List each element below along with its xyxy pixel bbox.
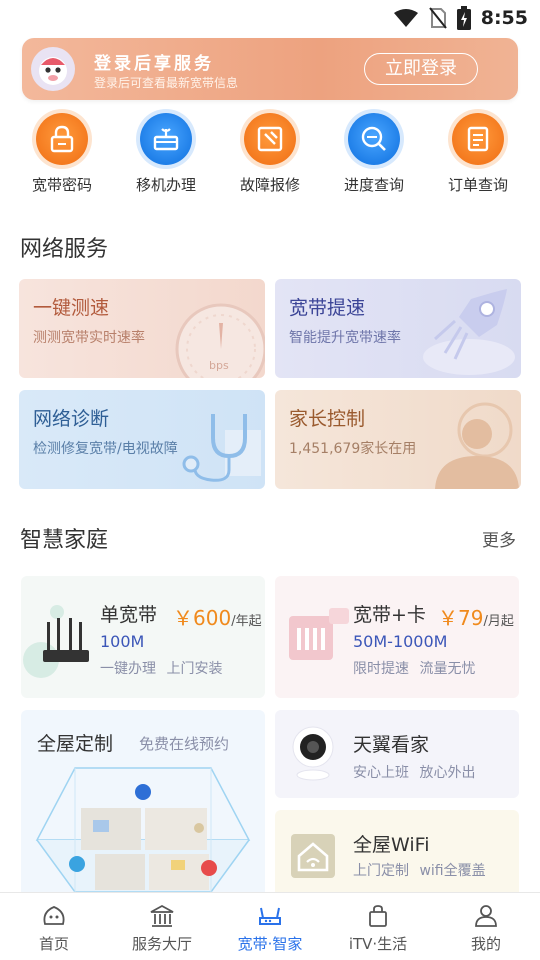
card-title: 全屋定制 [37, 733, 114, 755]
nav-label: 宽带·智家 [237, 935, 303, 953]
speed-test-card[interactable]: bps 一键测速 测测宽带实时速率 [19, 279, 265, 378]
card-title: 天翼看家 [353, 734, 430, 756]
speed-boost-card[interactable]: 宽带提速 智能提升宽带速率 [275, 279, 521, 378]
nav-service-hall[interactable]: 服务大厅 [108, 893, 216, 960]
network-diagnosis-card[interactable]: 网络诊断 检测修复宽带/电视故障 [19, 390, 265, 489]
shopping-bag-icon [369, 905, 387, 927]
broadband-card[interactable]: 单宽带 ￥600/年起 100M 一键办理 上门安装 [21, 576, 265, 698]
lock-icon [36, 113, 88, 165]
quick-action-move[interactable]: 移机办理 [114, 110, 218, 200]
nav-broadband-smart-home[interactable]: 宽带·智家 [216, 893, 324, 960]
speed-gauge-icon: bps [175, 303, 265, 378]
whole-house-custom-card[interactable]: 全屋定制 免费在线预约 [21, 710, 265, 892]
card-description: 限时提速 流量无忧 [353, 661, 476, 677]
card-title: 单宽带 [100, 604, 158, 626]
nav-label: iTV·生活 [348, 935, 408, 953]
card-subtitle: 测测宽带实时速率 [33, 330, 145, 346]
nav-itv-life[interactable]: iTV·生活 [324, 893, 432, 960]
card-subtitle: 1,451,679家长在用 [289, 441, 417, 457]
parental-control-card[interactable]: 家长控制 1,451,679家长在用 [275, 390, 521, 489]
gauge-label: bps [209, 359, 229, 372]
order-doc-icon [452, 113, 504, 165]
price-unit: /年起 [231, 614, 262, 629]
price: ￥600 [173, 606, 232, 630]
rocket-icon [423, 289, 515, 375]
quick-action-label: 宽带密码 [31, 176, 92, 194]
price-unit: /月起 [483, 614, 514, 629]
login-title: 登录后享服务 [94, 54, 214, 74]
more-link[interactable]: 更多 [482, 526, 516, 551]
nav-label: 我的 [470, 935, 501, 953]
card-description: 安心上班 放心外出 [353, 765, 476, 781]
no-sim-icon [428, 7, 447, 29]
status-bar: 8:55 [0, 0, 540, 36]
card-description: 上门定制 wifi全覆盖 [353, 863, 486, 879]
smart-home-title: 智慧家庭 [20, 528, 109, 553]
nav-home[interactable]: 首页 [0, 893, 108, 960]
card-title: 网络诊断 [33, 408, 110, 430]
card-title: 一键测速 [33, 297, 110, 319]
quick-action-order[interactable]: 订单查询 [426, 110, 530, 200]
wifi-icon [393, 9, 418, 27]
card-title: 宽带+卡 [353, 604, 426, 626]
progress-search-icon [348, 113, 400, 165]
router-nav-icon [259, 907, 281, 925]
clock-time: 8:55 [480, 7, 528, 29]
router-icon [23, 605, 89, 678]
card-title: 全屋WiFi [353, 834, 430, 856]
card-subtitle: 智能提升宽带速率 [289, 330, 401, 346]
mascot-avatar [31, 47, 75, 91]
price: ￥79 [438, 606, 484, 630]
card-title: 家长控制 [289, 408, 366, 430]
price-label: ￥600/年起 [173, 602, 262, 631]
quick-action-label: 进度查询 [343, 176, 404, 194]
whole-house-wifi-card[interactable]: 全屋WiFi 上门定制 wifi全覆盖 [275, 810, 519, 892]
camera-icon [292, 726, 334, 781]
quick-action-label: 移机办理 [135, 176, 196, 194]
speed-label: 50M-1000M [353, 632, 448, 651]
card-description: 一键办理 上门安装 [100, 661, 223, 677]
hammer-icon [244, 113, 296, 165]
quick-action-repair[interactable]: 故障报修 [218, 110, 322, 200]
sim-card-icon [289, 608, 349, 660]
price-label: ￥79/月起 [438, 602, 514, 631]
quick-action-progress[interactable]: 进度查询 [322, 110, 426, 200]
quick-action-label: 订单查询 [447, 176, 508, 194]
nav-label: 首页 [38, 935, 69, 953]
battery-charging-icon [456, 6, 471, 30]
network-services-title: 网络服务 [20, 237, 109, 262]
home-mascot-icon [43, 906, 65, 925]
login-button[interactable]: 立即登录 [364, 53, 478, 85]
card-title: 宽带提速 [289, 297, 366, 319]
hall-icon [150, 904, 174, 927]
login-banner[interactable]: 登录后享服务 登录后可查看最新宽带信息 立即登录 [22, 38, 518, 100]
move-box-icon [140, 113, 192, 165]
user-icon [475, 905, 497, 927]
nav-label: 服务大厅 [131, 935, 192, 953]
card-subtitle: 检测修复宽带/电视故障 [33, 441, 178, 457]
house-floorplan-icon [35, 767, 251, 892]
parent-user-icon [435, 402, 519, 489]
quick-actions: 宽带密码 移机办理 故障报修 进度查询 订单查询 [10, 110, 530, 200]
login-subtitle: 登录后可查看最新宽带信息 [94, 76, 239, 90]
nav-mine[interactable]: 我的 [432, 893, 540, 960]
bottom-navigation: 首页 服务大厅 宽带·智家 iTV·生活 我的 [0, 892, 540, 960]
camera-card[interactable]: 天翼看家 安心上班 放心外出 [275, 710, 519, 798]
quick-action-label: 故障报修 [239, 176, 300, 194]
stethoscope-icon [182, 414, 261, 482]
home-wifi-icon [291, 834, 335, 878]
speed-label: 100M [100, 632, 145, 651]
card-subtitle: 免费在线预约 [139, 735, 230, 753]
quick-action-broadband-password[interactable]: 宽带密码 [10, 110, 114, 200]
bundle-card[interactable]: 宽带+卡 ￥79/月起 50M-1000M 限时提速 流量无忧 [275, 576, 519, 698]
